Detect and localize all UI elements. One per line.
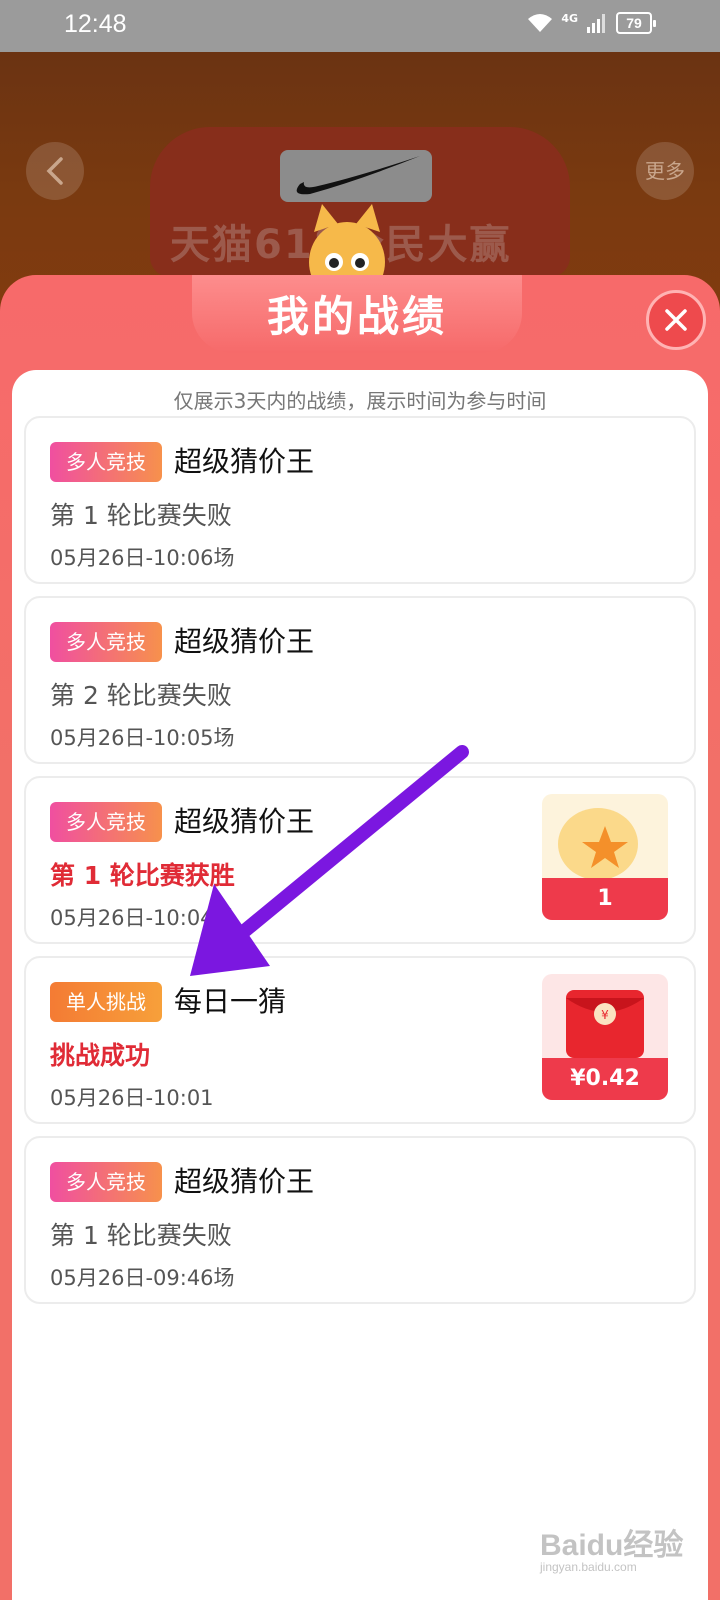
watermark: Baidu经验 bbox=[540, 1529, 684, 1562]
watermark-url: jingyan.baidu.com bbox=[540, 1560, 637, 1574]
annotation-arrow-icon bbox=[190, 745, 469, 976]
